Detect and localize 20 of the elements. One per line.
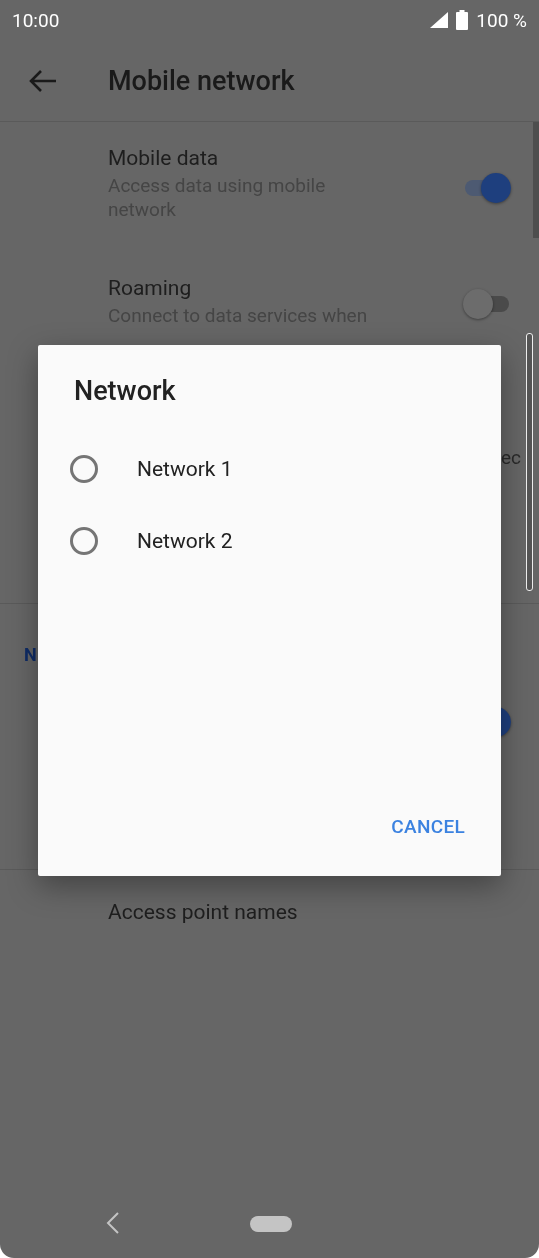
clock: 10:00 (12, 8, 60, 32)
signal-icon (430, 12, 449, 28)
cancel-button[interactable]: CANCEL (377, 799, 479, 854)
radio-button[interactable] (70, 527, 98, 555)
radio-button[interactable] (70, 455, 98, 483)
page-title: Mobile network (108, 64, 295, 97)
setting-title: Roaming (108, 276, 193, 300)
battery-icon (456, 10, 469, 30)
toggle-switch[interactable] (463, 288, 511, 320)
toggle-switch[interactable] (463, 172, 511, 204)
option-label[interactable]: Network 1 (137, 457, 233, 481)
battery-percent: 100 % (476, 8, 527, 32)
setting-summary: ec (500, 446, 521, 469)
back-arrow-icon[interactable] (28, 68, 58, 93)
home-button[interactable] (250, 1216, 292, 1232)
dialog-title: Network (73, 374, 177, 409)
setting-title: Mobile data (108, 146, 220, 170)
back-icon[interactable] (106, 1212, 120, 1234)
section-header: N (24, 644, 37, 665)
option-label[interactable]: Network 2 (137, 529, 233, 553)
